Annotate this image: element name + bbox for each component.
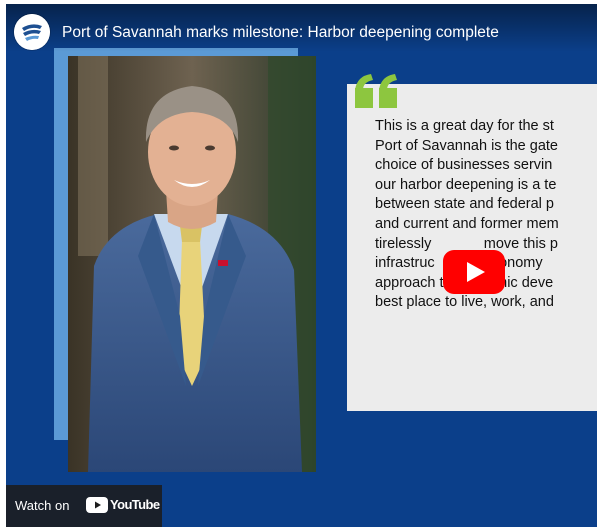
channel-logo[interactable] (14, 14, 50, 50)
play-button[interactable] (443, 250, 505, 294)
quote-line: our harbor deepening is a te (375, 176, 557, 193)
youtube-icon (86, 497, 108, 513)
quote-line: and current and former mem (375, 215, 559, 232)
watch-on-label: Watch on (15, 498, 70, 513)
quote-line: choice of businesses servin (375, 157, 553, 174)
video-title[interactable]: Port of Savannah marks milestone: Harbor… (62, 23, 582, 43)
quote-line: This is a great day for the st (375, 118, 554, 134)
play-icon (443, 250, 505, 294)
speaker-photo (68, 56, 316, 472)
quote-mark-icon (355, 74, 397, 108)
watch-on-youtube-button[interactable]: Watch on YouTube (6, 485, 162, 527)
quote-line: between state and federal p (375, 196, 554, 213)
quote-line: best place to live, work, and (375, 294, 554, 311)
youtube-wordmark: YouTube (110, 497, 160, 512)
quote-line: Port of Savannah is the gate (375, 137, 558, 154)
video-embed[interactable]: This is a great day for the st Port of S… (6, 4, 597, 527)
georgia-ports-logo-icon (14, 14, 50, 50)
